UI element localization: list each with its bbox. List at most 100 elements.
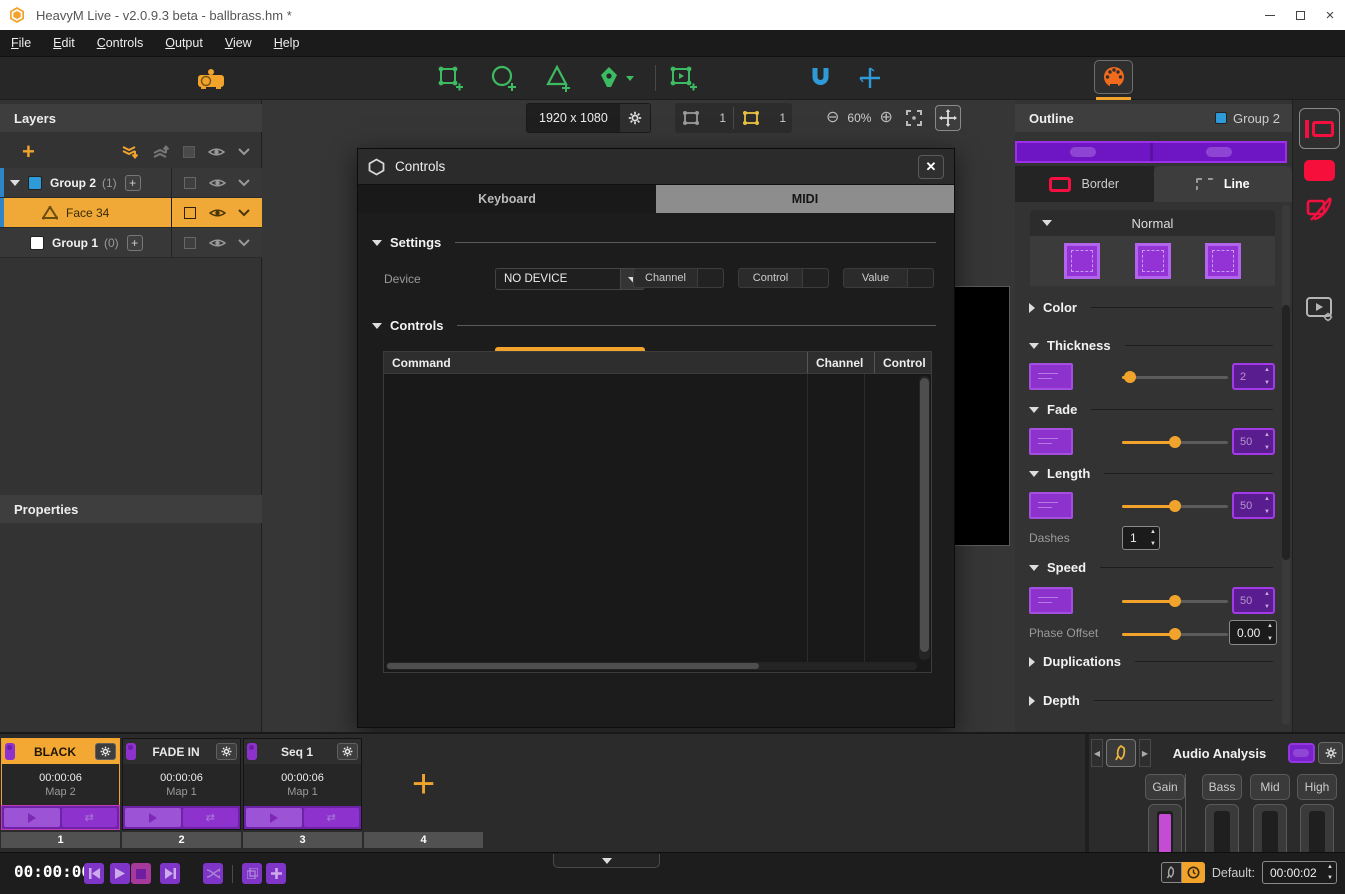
effects-tool-button[interactable] <box>1305 194 1335 227</box>
thickness-section-header[interactable]: Thickness <box>1029 338 1291 353</box>
minimize-button[interactable] <box>1255 3 1285 27</box>
solo-all-checkbox[interactable] <box>183 146 195 158</box>
line-preset-1[interactable] <box>1064 243 1100 279</box>
audio-settings-button[interactable] <box>1318 742 1343 764</box>
column-channel[interactable]: Channel <box>807 352 874 373</box>
tab-midi[interactable]: MIDI <box>656 185 954 213</box>
output-quad-icon[interactable] <box>681 109 701 127</box>
fit-view-button[interactable] <box>901 105 927 131</box>
group2-color-swatch[interactable] <box>28 176 42 190</box>
sequence-card-header[interactable]: FADE IN <box>123 739 240 764</box>
controls-dialog-header[interactable]: Controls ✕ <box>358 149 954 185</box>
play-button[interactable] <box>110 863 130 884</box>
layer-row-face34[interactable]: Face 34 <box>0 198 262 228</box>
sequence-settings-button[interactable] <box>337 743 358 760</box>
collapse-all-chevron-icon[interactable] <box>238 148 250 156</box>
sequence-play-button[interactable] <box>246 808 302 827</box>
audio-next-arrow-button[interactable]: ▶ <box>1139 739 1151 767</box>
zoom-in-button[interactable]: ⊕ <box>879 110 892 126</box>
group1-visibility-icon[interactable] <box>209 237 226 249</box>
previous-sequence-button[interactable] <box>84 863 104 884</box>
group2-add-button[interactable]: + <box>125 175 141 191</box>
pan-tool-button[interactable] <box>935 105 961 131</box>
sequence-loop-button[interactable]: ⇄ <box>183 808 239 827</box>
menu-output[interactable]: Output <box>154 32 214 54</box>
duplications-section-header[interactable]: Duplications <box>1029 654 1291 669</box>
table-vertical-scrollbar[interactable] <box>919 376 930 660</box>
speed-spinbox[interactable]: 50▲▼ <box>1232 587 1275 614</box>
sequence-loop-button[interactable]: ⇄ <box>304 808 360 827</box>
add-sequence-transport-button[interactable] <box>266 863 286 884</box>
projector-button[interactable] <box>194 62 228 94</box>
fade-section-header[interactable]: Fade <box>1029 402 1291 417</box>
phase-offset-slider[interactable] <box>1122 627 1228 641</box>
fill-tool-button[interactable] <box>1304 160 1335 181</box>
move-layer-up-icon[interactable] <box>152 144 170 160</box>
close-button[interactable]: × <box>1315 3 1345 27</box>
thickness-swatch-button[interactable] <box>1029 363 1073 390</box>
sequence-play-button[interactable] <box>4 808 60 827</box>
sequence-card-fadein[interactable]: FADE IN 00:00:06 Map 1 ⇄ <box>122 738 241 830</box>
speed-swatch-button[interactable] <box>1029 587 1073 614</box>
stop-button[interactable] <box>131 863 151 884</box>
column-command[interactable]: Command <box>384 352 807 373</box>
timer-mode-button[interactable] <box>1182 862 1205 883</box>
dashes-spinbox[interactable]: 1▲▼ <box>1122 526 1160 550</box>
device-dropdown[interactable]: NO DEVICE <box>495 268 645 290</box>
border-enable-toggle[interactable] <box>1017 143 1150 161</box>
sequence-loop-button[interactable]: ⇄ <box>62 808 118 827</box>
group1-options-chevron-icon[interactable] <box>238 239 250 247</box>
audio-prev-arrow-button[interactable]: ◀ <box>1091 739 1103 767</box>
tab-border[interactable]: Border <box>1015 166 1154 202</box>
color-section-header[interactable]: Color <box>1029 300 1291 315</box>
depth-section-header[interactable]: Depth <box>1029 693 1291 708</box>
media-settings-button[interactable] <box>1305 294 1335 327</box>
group2-visibility-icon[interactable] <box>209 177 226 189</box>
sequence-slot-number[interactable]: 4 <box>364 832 483 848</box>
sequence-settings-button[interactable] <box>95 743 116 760</box>
speed-slider[interactable] <box>1122 594 1228 608</box>
sequence-slot-number[interactable]: 1 <box>1 832 120 848</box>
shuffle-button[interactable] <box>203 863 223 884</box>
tab-keyboard[interactable]: Keyboard <box>358 185 656 213</box>
settings-section-header[interactable]: Settings <box>372 235 954 250</box>
line-mode-dropdown[interactable]: Normal <box>1030 210 1275 236</box>
controls-section-header[interactable]: Controls <box>372 318 954 333</box>
sequence-play-button[interactable] <box>125 808 181 827</box>
face34-visibility-icon[interactable] <box>209 207 226 219</box>
line-enable-toggle[interactable] <box>1150 143 1286 161</box>
group2-solo-checkbox[interactable] <box>184 177 196 189</box>
layer-row-group2[interactable]: Group 2 (1) + <box>0 168 262 198</box>
speed-section-header[interactable]: Speed <box>1029 560 1291 575</box>
projection-canvas[interactable] <box>951 286 1010 546</box>
group2-options-chevron-icon[interactable] <box>238 179 250 187</box>
pen-tool-button[interactable] <box>592 62 640 94</box>
add-layer-button[interactable]: + <box>22 142 35 162</box>
menu-view[interactable]: View <box>214 32 263 54</box>
length-swatch-button[interactable] <box>1029 492 1073 519</box>
column-control[interactable]: Control <box>874 352 931 373</box>
group2-expand-chevron-icon[interactable] <box>10 179 20 187</box>
fade-swatch-button[interactable] <box>1029 428 1073 455</box>
dialog-close-button[interactable]: ✕ <box>918 155 944 179</box>
table-horizontal-scrollbar[interactable] <box>386 662 917 670</box>
thickness-slider[interactable] <box>1122 370 1228 384</box>
outline-panel-scrollbar[interactable] <box>1282 205 1290 725</box>
outline-tool-button[interactable] <box>1299 108 1340 149</box>
tab-line[interactable]: Line <box>1154 166 1293 202</box>
line-preset-3[interactable] <box>1205 243 1241 279</box>
fade-slider[interactable] <box>1122 435 1228 449</box>
sequence-card-header[interactable]: BLACK <box>2 739 119 764</box>
audio-source-button[interactable] <box>1106 739 1136 767</box>
menu-edit[interactable]: Edit <box>42 32 86 54</box>
audio-mode-button[interactable] <box>1161 862 1182 883</box>
sequence-slot-number[interactable]: 2 <box>122 832 241 848</box>
thickness-spinbox[interactable]: 2▲▼ <box>1232 363 1275 390</box>
add-triangle-button[interactable] <box>541 62 575 94</box>
face34-solo-checkbox[interactable] <box>184 207 196 219</box>
zoom-out-button[interactable]: ⊖ <box>826 110 839 126</box>
length-slider[interactable] <box>1122 499 1228 513</box>
move-layer-down-icon[interactable] <box>121 144 139 160</box>
duplicate-sequence-button[interactable] <box>242 863 262 884</box>
surface-quad-icon[interactable] <box>741 109 761 127</box>
